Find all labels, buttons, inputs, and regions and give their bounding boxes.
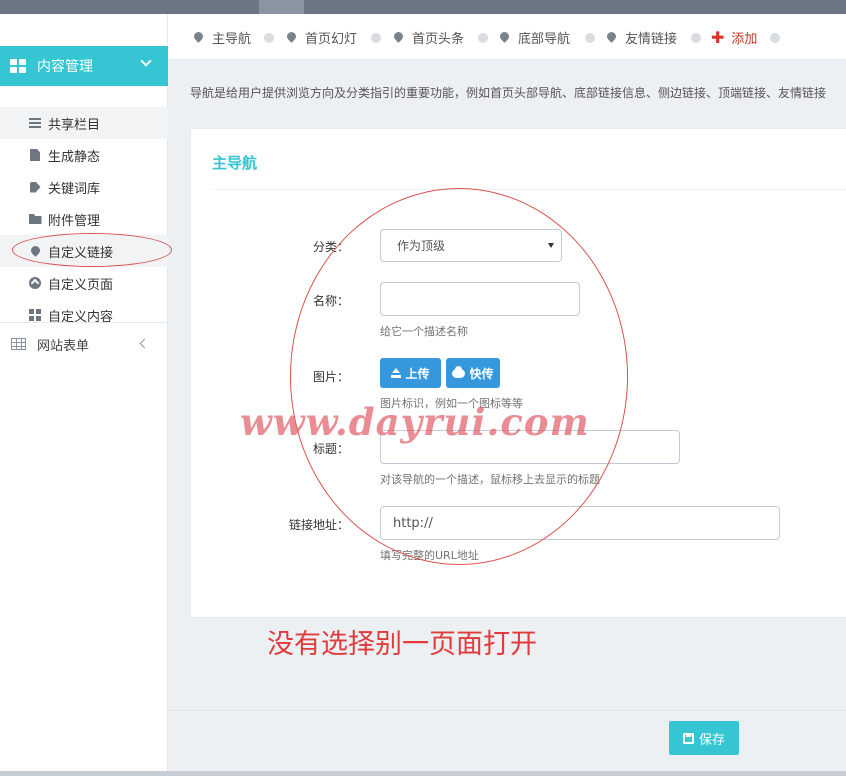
map-marker-icon — [192, 30, 205, 43]
panel-title: 主导航 — [212, 154, 258, 172]
annotation-note: 没有选择别一页面打开 — [267, 629, 537, 660]
map-marker-icon — [28, 243, 42, 258]
sidebar-item-custom-pages[interactable]: 自定义页面 — [0, 267, 168, 299]
folder-icon — [28, 212, 42, 226]
top-bar-tab[interactable] — [259, 0, 304, 14]
menu-site-forms[interactable]: 网站表单 — [0, 328, 168, 360]
category-selected: 作为顶级 — [397, 239, 446, 253]
tab-bottom-nav[interactable]: 底部导航 — [498, 28, 571, 47]
chevron-left-icon — [139, 338, 150, 349]
form-panel: 主导航 分类： 作为顶级 名称： 给它一个描述名称 图片： 上传 快传 图片标识… — [190, 128, 846, 618]
url-label: 链接地址： — [288, 518, 349, 532]
map-marker-icon — [392, 30, 405, 43]
caret-down-icon — [548, 243, 554, 248]
sidebar-item-label: 自定义链接 — [48, 245, 114, 261]
watermark-text: www.dayrui.com — [240, 400, 590, 444]
panel-divider — [211, 189, 846, 190]
save-button[interactable]: 保存 — [669, 721, 739, 755]
list-icon — [28, 116, 42, 130]
url-value: http:// — [393, 515, 433, 531]
tab-separator-dot — [691, 33, 701, 43]
sidebar-item-label: 自定义页面 — [48, 277, 114, 293]
tab-separator-dot — [585, 33, 595, 43]
tab-label: 主导航 — [212, 32, 252, 47]
tab-separator-dot — [478, 33, 488, 43]
quick-upload-button[interactable]: 快传 — [446, 358, 500, 388]
chevron-down-icon — [140, 55, 152, 67]
top-bar — [0, 0, 846, 14]
tab-label: 底部导航 — [518, 32, 571, 47]
upload-icon — [391, 368, 402, 378]
map-marker-icon — [498, 30, 511, 43]
grid-icon — [10, 59, 26, 73]
map-marker-icon — [605, 30, 618, 43]
menu-content-management[interactable]: 内容管理 — [0, 46, 168, 86]
tab-separator-dot — [264, 33, 274, 43]
cloud-upload-icon — [452, 365, 466, 378]
tab-add[interactable]: ✚ 添加 — [711, 28, 757, 47]
sidebar-divider — [0, 322, 168, 323]
file-icon — [28, 148, 42, 162]
tab-label: 首页头条 — [412, 32, 465, 47]
circle-up-icon — [28, 276, 42, 290]
save-label: 保存 — [698, 732, 725, 748]
tag-icon — [28, 180, 42, 194]
plus-icon: ✚ — [711, 28, 725, 47]
tab-main-nav[interactable]: 主导航 — [192, 28, 252, 47]
image-label: 图片： — [312, 370, 349, 384]
sidebar-item-label: 附件管理 — [48, 213, 101, 229]
sidebar-item-shared-columns[interactable]: 共享栏目 — [0, 107, 168, 139]
sidebar-item-generate-static[interactable]: 生成静态 — [0, 139, 168, 171]
blocks-icon — [28, 308, 42, 322]
tab-label: 首页幻灯 — [305, 32, 358, 47]
name-label: 名称： — [312, 294, 349, 308]
tab-label: 添加 — [731, 32, 758, 47]
url-help: 填写完整的URL地址 — [380, 549, 479, 562]
sidebar-item-label: 生成静态 — [48, 149, 101, 165]
tab-bar: 主导航 首页幻灯 首页头条 底部导航 友情链接 ✚ 添加 — [168, 14, 846, 60]
page-description: 导航是给用户提供浏览方向及分类指引的重要功能，例如首页头部导航、底部链接信息、侧… — [190, 86, 827, 100]
sidebar-item-label: 关键词库 — [48, 181, 101, 197]
tab-home-slides[interactable]: 首页幻灯 — [285, 28, 358, 47]
tab-home-headlines[interactable]: 首页头条 — [392, 28, 465, 47]
title-help: 对该导航的一个描述，鼠标移上去显示的标题 — [380, 473, 600, 486]
save-icon — [682, 732, 694, 744]
url-input[interactable]: http:// — [380, 506, 780, 540]
tab-separator-dot — [371, 33, 381, 43]
sidebar-item-custom-content[interactable]: 自定义内容 — [0, 299, 168, 331]
tab-friend-links[interactable]: 友情链接 — [605, 28, 678, 47]
sidebar-item-keywords[interactable]: 关键词库 — [0, 171, 168, 203]
sidebar-item-label: 共享栏目 — [48, 117, 101, 133]
menu-label: 网站表单 — [37, 338, 90, 354]
tab-label: 友情链接 — [625, 32, 678, 47]
map-marker-icon — [285, 30, 298, 43]
category-label: 分类： — [312, 240, 349, 254]
sidebar-item-custom-links[interactable]: 自定义链接 — [0, 235, 168, 267]
tab-separator-dot — [770, 33, 780, 43]
bottom-bar — [0, 771, 846, 776]
upload-label: 上传 — [405, 366, 430, 381]
upload-button[interactable]: 上传 — [380, 358, 441, 388]
category-select[interactable]: 作为顶级 — [380, 229, 562, 262]
name-help: 给它一个描述名称 — [380, 325, 468, 338]
name-input[interactable] — [380, 282, 580, 316]
menu-title: 内容管理 — [37, 59, 93, 75]
table-icon — [11, 338, 26, 350]
sidebar-item-attachments[interactable]: 附件管理 — [0, 203, 168, 235]
form-footer — [168, 710, 846, 776]
quick-upload-label: 快传 — [469, 366, 494, 381]
